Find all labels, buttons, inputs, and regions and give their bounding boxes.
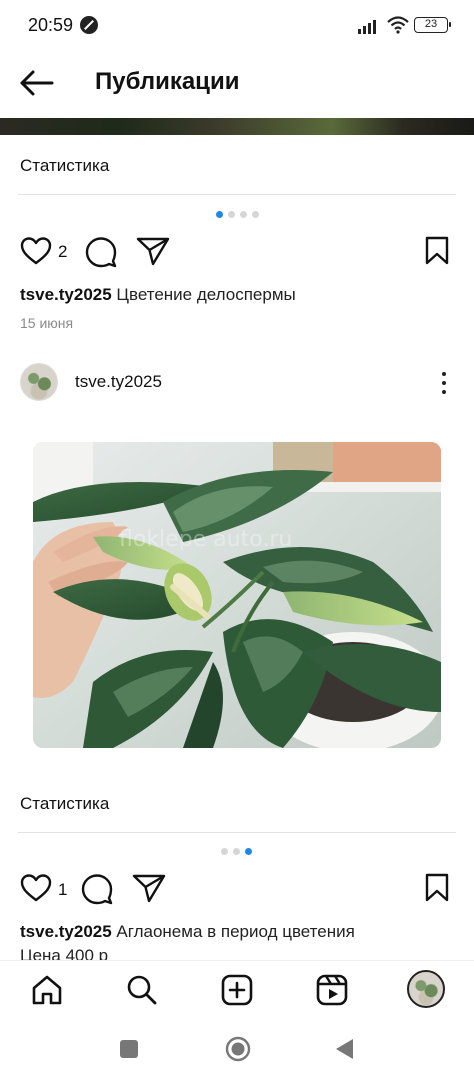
more-options-icon[interactable] <box>436 370 452 396</box>
bookmark-icon[interactable] <box>424 873 450 903</box>
like-count[interactable]: 1 <box>58 880 67 900</box>
wifi-icon <box>387 16 409 34</box>
caption-username[interactable]: tsve.ty2025 <box>20 285 112 304</box>
like-count[interactable]: 2 <box>58 242 67 262</box>
page-title: Публикации <box>95 68 240 95</box>
carousel-dot-active <box>245 848 252 855</box>
heart-icon[interactable] <box>20 236 52 266</box>
send-icon[interactable] <box>132 873 166 903</box>
carousel-indicator <box>216 211 260 219</box>
carousel-dot <box>228 211 235 218</box>
create-post-icon[interactable] <box>220 973 254 1007</box>
comment-icon[interactable] <box>80 873 114 905</box>
system-navigation-bar <box>0 1022 474 1080</box>
statistics-link[interactable]: Статистика <box>20 156 109 176</box>
post-date: 15 июня <box>20 315 74 331</box>
post-header: tsve.ty2025 <box>0 360 474 406</box>
plant-photo: floklepe auto.ru <box>33 442 441 748</box>
post-caption: tsve.ty2025 Цветение делоспермы <box>20 285 296 305</box>
carousel-indicator <box>221 848 253 856</box>
caption-text: Цветение делоспермы <box>116 285 296 304</box>
back-arrow-icon[interactable] <box>18 68 56 98</box>
post-image[interactable]: floklepe auto.ru <box>33 442 441 748</box>
status-time: 20:59 <box>28 15 74 35</box>
home-button[interactable] <box>225 1036 251 1062</box>
recent-apps-button[interactable] <box>120 1040 138 1058</box>
caption-username[interactable]: tsve.ty2025 <box>20 922 112 941</box>
battery-indicator: 23 <box>414 17 451 33</box>
home-icon[interactable] <box>30 973 64 1007</box>
comment-icon[interactable] <box>84 236 118 268</box>
reels-icon[interactable] <box>315 973 349 1007</box>
watermark-text: floklepe auto.ru <box>119 527 292 552</box>
back-button[interactable] <box>333 1037 355 1061</box>
send-icon[interactable] <box>136 236 170 266</box>
carousel-dot <box>252 211 259 218</box>
do-not-disturb-icon <box>80 16 98 34</box>
carousel-dot <box>221 848 228 855</box>
post-image-previous[interactable] <box>0 118 474 135</box>
carousel-dot <box>240 211 247 218</box>
signal-icon <box>358 20 376 34</box>
post-caption: tsve.ty2025 Аглаонема в период цветения <box>20 922 355 942</box>
post-username[interactable]: tsve.ty2025 <box>75 372 162 392</box>
carousel-dot-active <box>216 211 223 218</box>
status-bar: 20:59 23 <box>0 0 474 50</box>
divider <box>18 832 456 833</box>
search-icon[interactable] <box>125 973 159 1007</box>
profile-avatar[interactable] <box>407 970 445 1008</box>
avatar[interactable] <box>20 363 58 401</box>
bottom-nav-bar <box>0 960 474 1022</box>
statistics-link[interactable]: Статистика <box>20 794 109 814</box>
divider <box>18 194 456 195</box>
carousel-dot <box>233 848 240 855</box>
bookmark-icon[interactable] <box>424 236 450 266</box>
app-header: Публикации <box>0 50 474 116</box>
caption-text: Аглаонема в период цветения <box>116 922 355 941</box>
heart-icon[interactable] <box>20 873 52 903</box>
